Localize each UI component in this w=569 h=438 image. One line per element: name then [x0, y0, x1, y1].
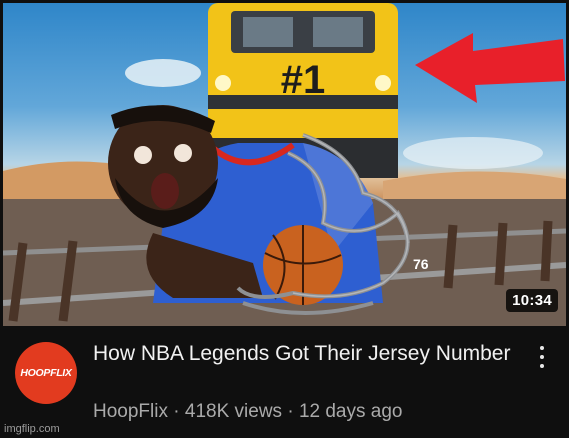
video-subtitle: HoopFlix · 418K views · 12 days ago [93, 400, 402, 424]
channel-avatar[interactable]: HOOPFLIX [15, 342, 77, 404]
jersey-side-number-text: 76 [413, 256, 429, 272]
video-title[interactable]: How NBA Legends Got Their Jersey Number [93, 340, 513, 368]
channel-avatar-label: HOOPFLIX [20, 367, 72, 379]
more-options-icon[interactable] [532, 344, 552, 370]
separator-dot: · [282, 401, 299, 422]
train-number-text: #1 [281, 58, 326, 102]
duration-badge: 10:34 [506, 289, 558, 312]
video-card[interactable]: #1 6 76 [0, 0, 569, 438]
upload-age: 12 days ago [298, 401, 403, 422]
view-count: 418K views [184, 401, 283, 422]
separator-dot: · [167, 401, 185, 422]
watermark: imgflip.com [4, 423, 60, 435]
thumbnail-art: #1 6 76 [3, 3, 566, 326]
video-thumbnail[interactable]: #1 6 76 [3, 3, 566, 326]
channel-name[interactable]: HoopFlix [93, 401, 168, 422]
video-meta: HOOPFLIX How NBA Legends Got Their Jerse… [0, 326, 569, 438]
